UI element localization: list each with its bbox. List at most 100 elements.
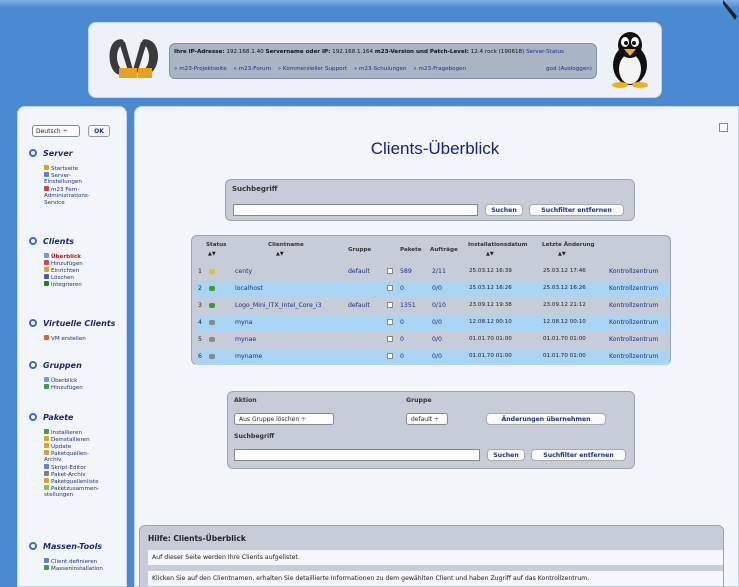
update-icon	[44, 443, 49, 448]
client-name-link[interactable]: mynae	[235, 336, 256, 343]
control-center-link[interactable]: Kontrollzentrum	[609, 302, 658, 309]
job-count[interactable]: 0/0	[432, 285, 442, 292]
status-gray-icon	[209, 354, 215, 359]
sidebar-item-clients-integrate[interactable]: Integrieren	[44, 281, 82, 289]
page-title: Clients-Überblick	[370, 139, 500, 158]
main-content: Clients-Überblick Suchbegriff Suchen Suc…	[134, 106, 739, 587]
install-date: 01.01.70 01:00	[469, 336, 512, 342]
client-name-link[interactable]: myname	[235, 353, 262, 360]
integrate-icon	[44, 281, 49, 286]
script-icon	[44, 464, 49, 469]
package-count[interactable]: 1351	[400, 302, 416, 309]
status-green-icon	[209, 286, 215, 291]
control-center-link[interactable]: Kontrollzentrum	[609, 268, 658, 275]
package-count[interactable]: 0	[400, 285, 404, 292]
settings-icon	[44, 172, 49, 177]
sort-arrows-icon[interactable]: ▲▼	[486, 251, 494, 257]
server-status-link[interactable]: Server-Status	[526, 49, 564, 55]
last-change: 01.01.70 01:00	[543, 336, 586, 342]
link-projektseite[interactable]: » m23-Projektseite	[174, 66, 227, 72]
sidebar-item-server-settings-cont[interactable]: Einstellungen	[44, 179, 82, 186]
control-center-link[interactable]: Kontrollzentrum	[609, 285, 658, 292]
job-count[interactable]: 0/0	[432, 336, 442, 343]
control-center-link[interactable]: Kontrollzentrum	[609, 319, 658, 326]
sidebar-item-pkg-selections-cont[interactable]: stellungen	[44, 492, 73, 499]
sidebar-item-vm-create[interactable]: VM erstellen	[44, 335, 86, 343]
col-packages: Pakete	[400, 247, 422, 253]
control-center-link[interactable]: Kontrollzentrum	[609, 336, 658, 343]
list-icon	[44, 478, 49, 483]
link-schulungen[interactable]: » m23-Schulungen	[354, 66, 407, 72]
sidebar-item-mass-install[interactable]: Masseninstallation	[44, 565, 103, 573]
last-change: 01.01.70 01:00	[543, 353, 586, 359]
action-label: Aktion	[234, 397, 257, 404]
archive-icon	[44, 450, 49, 455]
package-count[interactable]: 0	[400, 336, 404, 343]
table-row: 5 mynae 0 0/0 01.01.70 01:00 01.01.70 01…	[195, 332, 669, 348]
job-count[interactable]: 0/0	[432, 353, 442, 360]
action-search-input[interactable]	[234, 449, 480, 461]
group-link[interactable]: default	[348, 302, 370, 309]
help-panel: Hilfe: Clients-Überblick Auf dieser Seit…	[139, 525, 724, 587]
row-checkbox[interactable]	[387, 353, 393, 359]
uninstall-icon	[44, 436, 49, 441]
logout-link[interactable]: god (Ausloggen)	[546, 66, 592, 72]
install-date: 25.03.12 16:26	[469, 285, 512, 291]
table-row: 1 centy default 589 2/11 25.03.12 16:39 …	[195, 264, 669, 280]
sidebar-item-remote-admin-cont[interactable]: Administrations-	[44, 193, 90, 200]
clear-filter-button[interactable]: Suchfilter entfernen	[529, 204, 624, 216]
help-text-1: Auf dieser Seite werden Ihre Clients auf…	[148, 550, 723, 565]
action-panel: Aktion Aus Gruppe löschen ÷ Gruppe defau…	[227, 391, 635, 469]
link-fragebogen[interactable]: » m23-Fragebogen	[413, 66, 466, 72]
link-support[interactable]: » Kommerzieller Support	[278, 66, 347, 72]
row-number: 5	[198, 336, 202, 343]
language-ok-button[interactable]: OK	[88, 125, 110, 137]
help-title: Hilfe: Clients-Überblick	[148, 534, 246, 543]
search-button[interactable]: Suchen	[485, 204, 523, 216]
client-name-link[interactable]: centy	[235, 268, 252, 275]
sidebar-item-groups-add[interactable]: Hinzufügen	[44, 384, 83, 392]
row-checkbox[interactable]	[387, 302, 393, 308]
tux-penguin-icon	[612, 32, 648, 88]
sidebar-item-remote-admin-cont2[interactable]: Service	[44, 200, 65, 207]
group-link[interactable]: default	[348, 268, 370, 275]
last-change: 12.08.12 00:10	[543, 319, 586, 325]
sidebar-item-pkg-source-archive-cont[interactable]: Archiv	[44, 457, 62, 464]
action-search-button[interactable]: Suchen	[487, 449, 525, 461]
client-name-link[interactable]: Logo_Mini_ITX_Intel_Core_i3	[235, 302, 322, 309]
search-input[interactable]	[233, 204, 478, 216]
header: Ihre IP-Adresse: 192.168.1.40 Servername…	[88, 22, 662, 98]
client-name-link[interactable]: myna	[235, 319, 252, 326]
row-checkbox[interactable]	[387, 285, 393, 291]
table-row: 3 Logo_Mini_ITX_Intel_Core_i3 default 13…	[195, 298, 669, 314]
row-checkbox[interactable]	[387, 268, 393, 274]
client-name-link[interactable]: localhost	[235, 285, 263, 292]
overview-icon	[44, 253, 49, 258]
package-count[interactable]: 589	[400, 268, 412, 275]
action-select[interactable]: Aus Gruppe löschen ÷	[234, 413, 334, 425]
package-count[interactable]: 0	[400, 319, 404, 326]
sort-arrows-icon[interactable]: ▲▼	[208, 251, 216, 257]
control-center-link[interactable]: Kontrollzentrum	[609, 353, 658, 360]
action-clear-filter-button[interactable]: Suchfilter entfernen	[531, 449, 626, 461]
apply-changes-button[interactable]: Änderungen übernehmen	[486, 413, 606, 425]
server-info-box: Ihre IP-Adresse: 192.168.1.40 Servername…	[169, 43, 597, 79]
m23-logo-icon[interactable]	[105, 34, 163, 80]
language-select[interactable]: Deutsch ÷	[32, 125, 80, 137]
row-number: 3	[198, 302, 202, 309]
print-icon[interactable]	[719, 123, 728, 132]
sort-arrows-icon[interactable]: ▲▼	[558, 251, 566, 257]
package-count[interactable]: 0	[400, 353, 404, 360]
group-select[interactable]: default ÷	[406, 413, 448, 425]
sort-arrows-icon[interactable]: ▲▼	[276, 251, 284, 257]
row-checkbox[interactable]	[387, 319, 393, 325]
help-text-2: Klicken Sie auf den Clientnamen, erhalte…	[148, 571, 723, 586]
job-count[interactable]: 2/11	[432, 268, 446, 275]
job-count[interactable]: 0/10	[432, 302, 446, 309]
row-checkbox[interactable]	[387, 336, 393, 342]
job-count[interactable]: 0/0	[432, 319, 442, 326]
table-row: 4 myna 0 0/0 12.08.12 00:10 12.08.12 00:…	[195, 315, 669, 331]
sidebar: Deutsch ÷ OK Server Startseite Server- E…	[17, 106, 127, 587]
link-forum[interactable]: » m23-Forum	[233, 66, 271, 72]
section-bullet-icon	[29, 149, 37, 157]
